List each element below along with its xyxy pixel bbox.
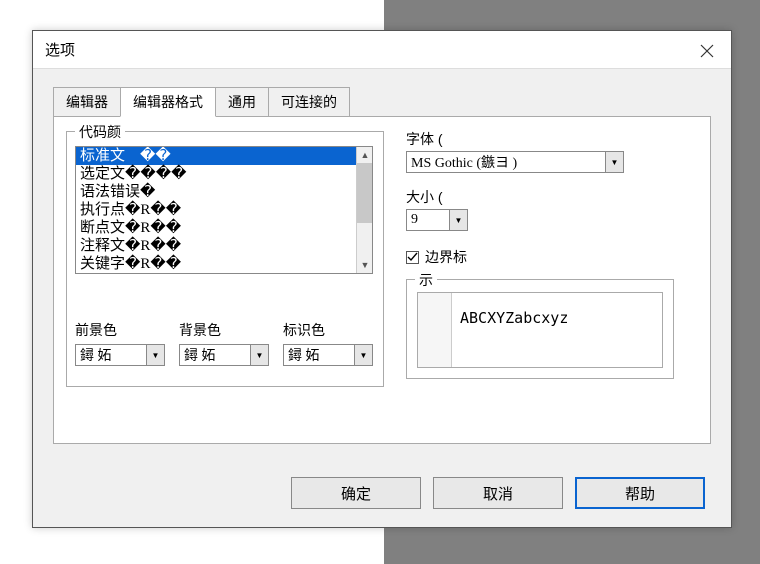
listbox-viewport: 标准文 �� 选定文���� 语法错误� 执行点�R�� 断点文�R�� 注释文… <box>76 147 356 273</box>
tab-bar: 编辑器 编辑器格式 通用 可连接的 <box>53 87 731 117</box>
foreground-value: 鐞 妬 <box>76 345 146 365</box>
margin-checkbox[interactable] <box>406 251 419 264</box>
indicator-label: 标识色 <box>283 320 387 340</box>
background-combo[interactable]: 鐞 妬 ▼ <box>179 344 269 366</box>
margin-checkbox-label: 边界标 <box>425 247 467 267</box>
list-item[interactable]: 断点文�R�� <box>76 219 356 237</box>
indicator-value: 鐞 妬 <box>284 345 354 365</box>
list-item[interactable]: 标准文 �� <box>76 147 356 165</box>
list-item[interactable]: 注释文�R�� <box>76 237 356 255</box>
check-icon <box>407 252 418 263</box>
indicator-combo[interactable]: 鐞 妬 ▼ <box>283 344 373 366</box>
chevron-down-icon: ▼ <box>449 210 467 230</box>
margin-checkbox-row[interactable]: 边界标 <box>406 247 676 267</box>
font-combo[interactable]: MS Gothic (鏃ヨ ) ▼ <box>406 151 624 173</box>
close-icon <box>700 44 714 58</box>
code-colors-legend: 代码颜 <box>75 122 125 142</box>
list-item[interactable]: 执行点�R�� <box>76 201 356 219</box>
titlebar: 选项 <box>33 31 731 69</box>
right-column: 字体 ( MS Gothic (鏃ヨ ) ▼ 大小 ( 9 ▼ 边界标 <box>406 129 676 275</box>
foreground-label: 前景色 <box>75 320 179 340</box>
size-label: 大小 ( <box>406 187 676 207</box>
preview-text: ABCXYZabcxyz <box>452 293 576 367</box>
code-colors-group: 代码颜 标准文 �� 选定文���� 语法错误� 执行点�R�� 断点文�R��… <box>66 131 384 387</box>
chevron-down-icon: ▼ <box>605 152 623 172</box>
preview-box: ABCXYZabcxyz <box>417 292 663 368</box>
scroll-thumb[interactable] <box>357 163 373 223</box>
options-dialog: 选项 编辑器 编辑器格式 通用 可连接的 代码颜 标准文 �� 选定文���� … <box>32 30 732 528</box>
tab-general[interactable]: 通用 <box>215 87 269 117</box>
tab-panel: 代码颜 标准文 �� 选定文���� 语法错误� 执行点�R�� 断点文�R��… <box>53 116 711 444</box>
ok-button[interactable]: 确定 <box>291 477 421 509</box>
help-button[interactable]: 帮助 <box>575 477 705 509</box>
dialog-buttons: 确定 取消 帮助 <box>291 477 705 509</box>
tab-editor-format[interactable]: 编辑器格式 <box>120 87 216 117</box>
color-picker-row: 前景色 鐞 妬 ▼ 背景色 鐞 妬 ▼ 标识色 鐞 <box>75 320 387 366</box>
background-label: 背景色 <box>179 320 283 340</box>
close-button[interactable] <box>693 37 721 65</box>
dialog-title: 选项 <box>45 39 75 60</box>
size-combo[interactable]: 9 ▼ <box>406 209 468 231</box>
list-item[interactable]: 选定文���� <box>76 165 356 183</box>
chevron-down-icon: ▼ <box>250 345 268 365</box>
foreground-combo[interactable]: 鐞 妬 ▼ <box>75 344 165 366</box>
chevron-down-icon: ▼ <box>354 345 372 365</box>
font-value: MS Gothic (鏃ヨ ) <box>407 152 605 172</box>
indicator-color-group: 标识色 鐞 妬 ▼ <box>283 320 387 366</box>
preview-margin <box>418 293 452 367</box>
size-value: 9 <box>407 212 449 228</box>
chevron-down-icon: ▼ <box>146 345 164 365</box>
code-colors-listbox[interactable]: 标准文 �� 选定文���� 语法错误� 执行点�R�� 断点文�R�� 注释文… <box>75 146 373 274</box>
foreground-color-group: 前景色 鐞 妬 ▼ <box>75 320 179 366</box>
preview-legend: 示 <box>415 270 437 290</box>
background-color-group: 背景色 鐞 妬 ▼ <box>179 320 283 366</box>
scroll-down-icon[interactable]: ▼ <box>357 257 373 273</box>
cancel-button[interactable]: 取消 <box>433 477 563 509</box>
preview-group: 示 ABCXYZabcxyz <box>406 279 674 379</box>
listbox-scrollbar[interactable]: ▲ ▼ <box>356 147 372 273</box>
scroll-up-icon[interactable]: ▲ <box>357 147 373 163</box>
tab-editor[interactable]: 编辑器 <box>53 87 121 117</box>
background-value: 鐞 妬 <box>180 345 250 365</box>
font-label: 字体 ( <box>406 129 676 149</box>
tab-dockable[interactable]: 可连接的 <box>268 87 350 117</box>
list-item[interactable]: 关键字�R�� <box>76 255 356 273</box>
list-item[interactable]: 语法错误� <box>76 183 356 201</box>
